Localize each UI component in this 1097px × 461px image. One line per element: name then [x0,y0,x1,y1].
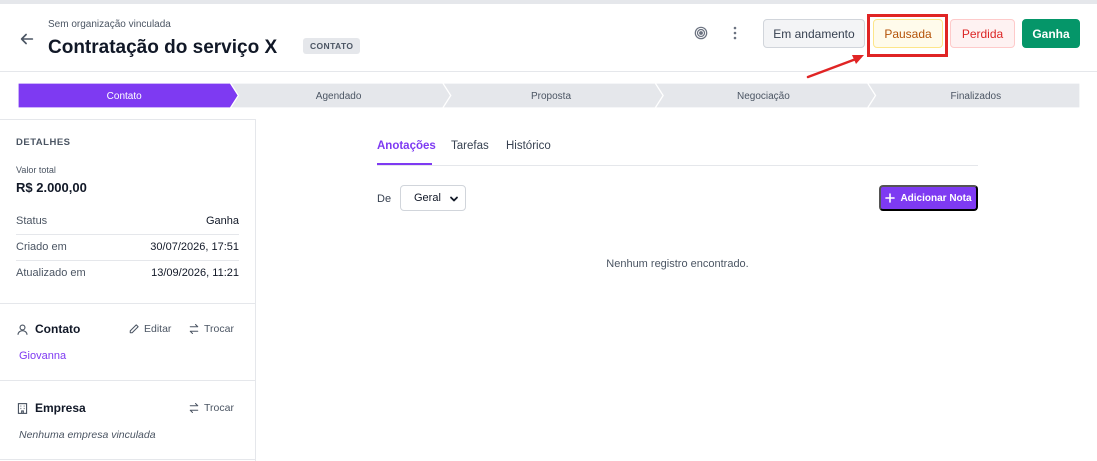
company-title: Empresa [35,401,86,415]
more-vertical-icon[interactable] [733,26,737,40]
building-icon [17,402,28,414]
detail-row-updated: Atualizado em 13/09/2026, 11:21 [16,260,239,286]
pipeline-stage-label: Negociação [737,91,790,102]
swap-icon [189,323,199,335]
pipeline-stages: Contato Agendado Proposta Negociação Finaliz… [18,83,1080,108]
company-section-title: Empresa [16,401,86,415]
contact-title: Contato [35,322,81,336]
edit-contact-button[interactable]: Editar [128,323,171,335]
tab-history[interactable]: Histórico [506,140,551,152]
stage-badge: CONTATO [303,38,361,54]
target-icon[interactable] [694,26,708,40]
total-value-label: Valor total [16,165,56,175]
contact-section-title: Contato [16,322,80,336]
detail-row-created: Criado em 30/07/2026, 17:51 [16,234,239,260]
filter-label: De [377,193,392,205]
filter-select[interactable]: Geral [400,185,466,211]
detail-label: Atualizado em [16,267,86,279]
detail-row-status: Status Ganha [16,208,239,234]
add-note-label: Adicionar Nota [900,192,972,204]
add-note-button[interactable]: Adicionar Nota [879,185,978,211]
active-tab-indicator [377,163,432,165]
user-icon [17,323,28,335]
company-swap-label: Trocar [204,402,234,414]
status-in-progress-button[interactable]: Em andamento [763,19,865,48]
section-divider [0,459,255,460]
swap-contact-button[interactable]: Trocar [188,323,234,335]
detail-label: Criado em [16,241,67,253]
pipeline-stage-label: Proposta [531,91,571,102]
pipeline-stage-label: Finalizados [951,91,1002,102]
annotation-arrow [806,55,864,79]
section-divider [0,380,255,381]
chevron-down-icon [450,196,458,202]
detail-value: Ganha [205,215,239,227]
details-sidebar: DETALHES Valor total R$ 2.000,00 Status … [0,119,256,461]
status-lost-button[interactable]: Perdida [950,19,1015,48]
edit-label: Editar [144,323,172,335]
filter-value: Geral [414,192,441,204]
content-tabs: Anotações Tarefas Histórico [377,132,978,166]
detail-label: Status [16,215,48,227]
pipeline-stage-label: Agendado [316,91,362,102]
pencil-icon [129,324,139,334]
organization-label: Sem organização vinculada [48,19,171,30]
status-paused-button[interactable]: Pausada [873,19,943,48]
details-title: DETALHES [16,137,71,148]
swap-label: Trocar [204,323,234,335]
contact-name-link[interactable]: Giovanna [19,350,66,362]
swap-company-button[interactable]: Trocar [188,402,234,414]
total-value: R$ 2.000,00 [16,180,87,195]
no-company-message: Nenhuma empresa vinculada [19,429,156,441]
deal-header: Sem organização vinculada Contratação do… [0,4,1097,79]
pipeline-stage-label: Contato [107,91,142,102]
empty-state-message: Nenhum registro encontrado. [606,258,749,270]
tab-notes[interactable]: Anotações [377,140,436,152]
status-won-button[interactable]: Ganha [1022,19,1080,48]
swap-icon [189,402,199,414]
tab-tasks[interactable]: Tarefas [451,140,489,152]
section-divider [0,303,255,304]
back-arrow-icon[interactable] [18,30,36,48]
plus-icon [885,193,896,203]
detail-value: 30/07/2026, 17:51 [150,241,239,253]
detail-value: 13/09/2026, 11:21 [151,267,239,279]
page-title: Contratação do serviço X [48,37,278,58]
